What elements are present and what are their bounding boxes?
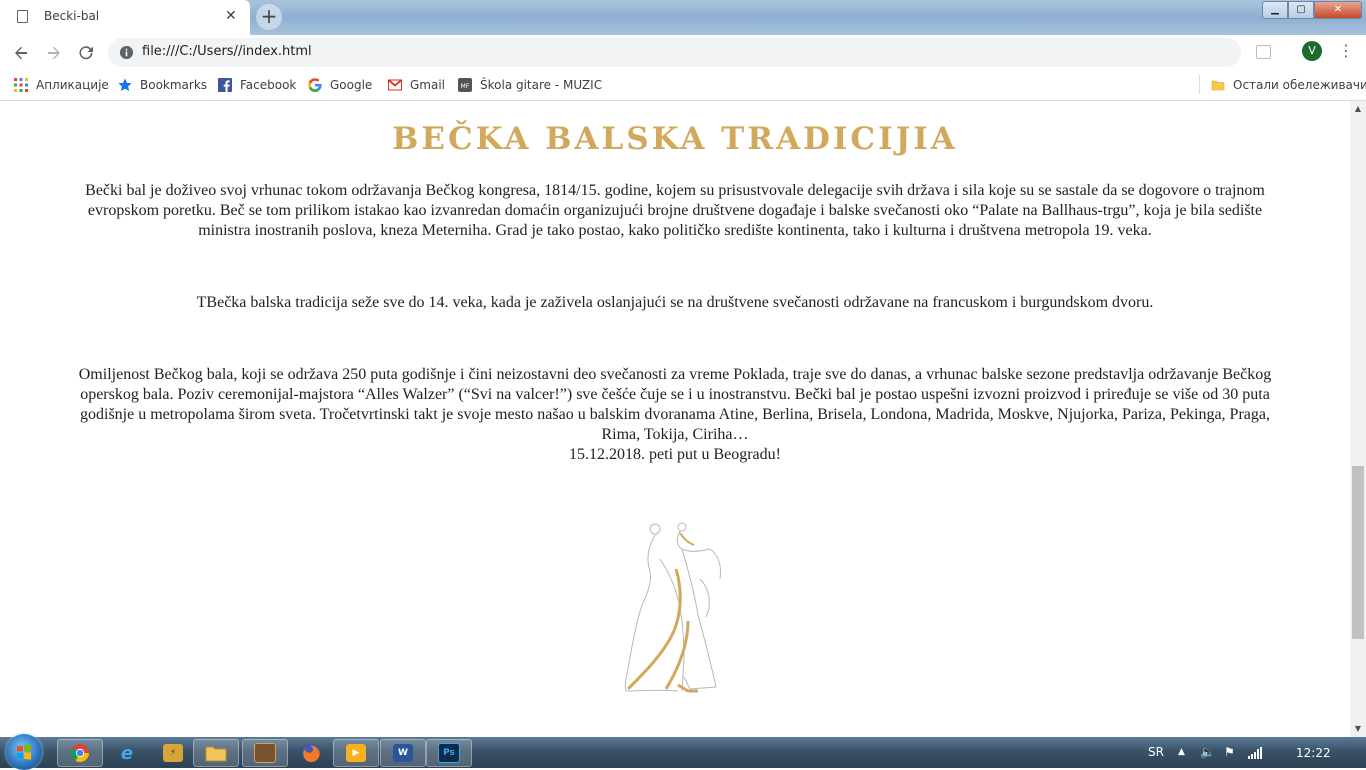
forward-arrow-icon [48,46,60,60]
bookmark-other-label: Остали обележивачи [1233,78,1366,92]
paragraph-popularity-text: Omiljenost Bečkog bala, koji se održava … [78,366,1272,443]
browser-toolbar: file:///C:/Users//index.html [0,35,1366,69]
chrome-icon [70,744,89,763]
word-icon: W [393,744,413,762]
tab-title: Becki-bal [44,9,100,23]
bookmark-bookmarks[interactable]: Bookmarks [118,77,207,93]
network-signal-icon[interactable] [1248,747,1262,759]
svg-text:MF: MF [461,83,470,90]
bookmark-label: Bookmarks [140,78,208,92]
facebook-icon [218,78,232,92]
bookmark-skola-gitare[interactable]: MF Škola gitare - MUZIC [458,77,602,93]
bookmarks-separator [1199,75,1200,94]
folder-explorer-icon [205,746,227,762]
new-tab-button[interactable]: + [256,4,282,30]
back-button[interactable] [9,41,33,65]
bookmarks-bar: Апликације Bookmarks Facebook Google Gma… [0,69,1366,101]
url-text: file:///C:/Users//index.html [142,44,312,59]
bookmark-gmail[interactable]: Gmail [388,77,445,93]
page-icon [17,10,28,23]
bookmark-google[interactable]: Google [308,77,372,93]
taskbar-internet-explorer[interactable]: e [104,739,150,767]
profile-avatar[interactable]: V [1302,41,1322,61]
apps-grid-icon [14,78,28,92]
page-scrollbar[interactable]: ▲ ▼ [1350,101,1366,737]
forward-button[interactable] [42,41,66,65]
firefox-icon [302,744,320,763]
address-bar[interactable]: file:///C:/Users//index.html [108,38,1241,67]
belgrade-date-line: 15.12.2018. peti put u Beogradu! [569,446,781,463]
system-clock[interactable]: 12:22 [1296,746,1331,760]
bookmark-label: Facebook [240,78,297,92]
paragraph-tradition-origin: TBečka balska tradicija seže sve do 14. … [196,294,1154,311]
bookmark-label: Gmail [410,78,446,92]
maximize-button[interactable]: ▢ [1288,1,1314,19]
taskbar-firefox[interactable] [288,739,334,767]
photoshop-icon: Ps [438,743,460,763]
tab-strip: Becki-bal ✕ + ▁ ▢ ✕ [0,0,1366,35]
gmail-icon [388,79,402,91]
windows-logo-icon [17,744,31,760]
vlc-icon: ▶ [346,744,366,762]
back-arrow-icon [15,46,27,60]
bookmark-apps-label: Апликације [36,78,109,92]
bookmark-other-folder[interactable]: Остали обележивачи [1211,77,1366,93]
extension-icon[interactable] [1256,45,1271,59]
bookmark-facebook[interactable]: Facebook [218,77,296,93]
scroll-down-arrow-icon[interactable]: ▼ [1350,721,1366,737]
browser-menu-icon[interactable]: ⋮ [1338,43,1354,59]
show-hidden-icons-icon[interactable]: ▲ [1178,747,1185,757]
start-button[interactable] [6,734,42,770]
google-icon [308,78,322,92]
page-heading: BEČKA BALSKA TRADICIJIA [392,121,958,157]
taskbar-file-explorer[interactable] [193,739,239,767]
browser-tab[interactable]: Becki-bal ✕ [0,0,250,35]
close-window-button[interactable]: ✕ [1314,1,1362,19]
folder-icon [1211,80,1225,91]
taskbar-winamp[interactable]: ⚡ [150,739,196,767]
winamp-icon: ⚡ [163,744,183,762]
paragraph-popularity: Omiljenost Bečkog bala, koji se održava … [66,365,1284,465]
star-icon [118,78,132,91]
taskbar-media-app[interactable] [242,739,288,767]
taskbar-chrome[interactable] [57,739,103,767]
windows-taskbar: e ⚡ ▶ W Ps SR ▲ 🔈 ⚑ 12:22 [0,734,1366,770]
volume-icon[interactable]: 🔈 [1200,745,1215,759]
paragraph-vienna-congress: Bečki bal je doživeo svoj vrhunac tokom … [85,182,1265,239]
reload-button[interactable] [74,41,98,65]
taskbar-vlc[interactable]: ▶ [333,739,379,767]
reload-icon [79,46,93,60]
info-icon[interactable] [119,45,134,60]
dancing-couple-image [624,522,721,693]
scrollbar-thumb[interactable] [1352,466,1364,639]
media-app-icon [254,743,276,763]
taskbar-word[interactable]: W [380,739,426,767]
taskbar-photoshop[interactable]: Ps [426,739,472,767]
tab-close-icon[interactable]: ✕ [225,8,237,24]
scroll-up-arrow-icon[interactable]: ▲ [1350,101,1366,117]
bookmark-label: Škola gitare - MUZIC [480,78,603,92]
bookmark-apps[interactable]: Апликације [14,77,109,93]
minimize-button[interactable]: ▁ [1262,1,1288,19]
internet-explorer-icon: e [120,742,134,764]
page-viewport: BEČKA BALSKA TRADICIJIA Bečki bal je dož… [0,101,1350,737]
bookmark-label: Google [330,78,373,92]
muzic-site-icon: MF [458,78,472,92]
language-indicator[interactable]: SR [1148,745,1164,759]
action-center-icon[interactable]: ⚑ [1224,745,1235,759]
